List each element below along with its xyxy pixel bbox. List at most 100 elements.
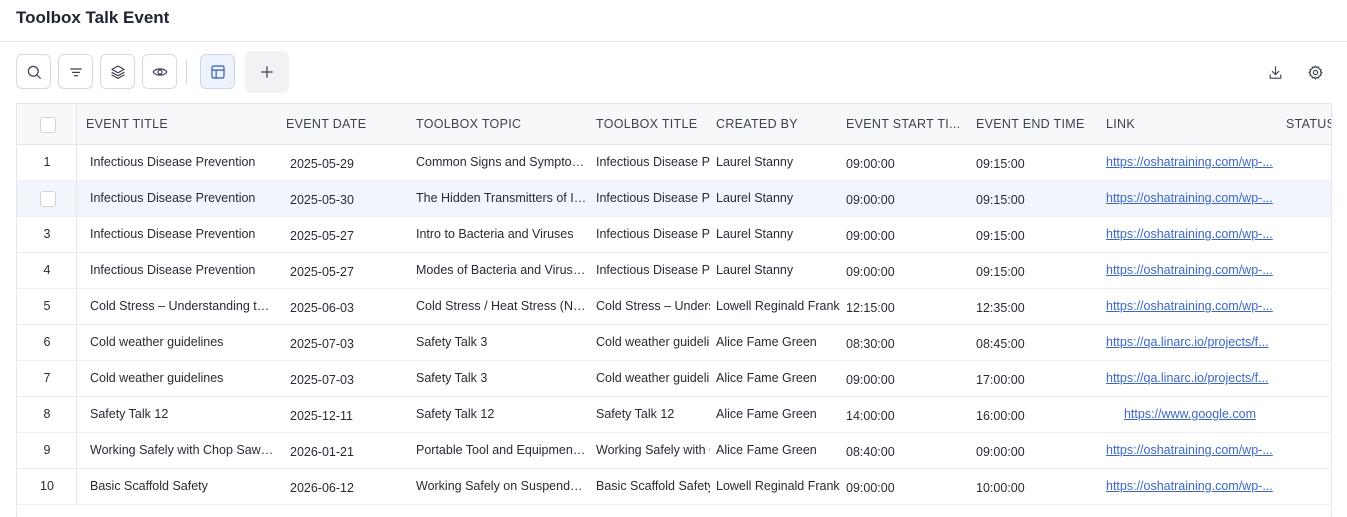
row-number: 7 bbox=[43, 371, 51, 385]
cell-created-by: Alice Fame Green bbox=[716, 335, 817, 349]
table-row[interactable]: 5 Cold Stress – Understanding the E 2025-0… bbox=[17, 289, 1331, 325]
events-table: EVENT TITLE EVENT DATE TOOLBOX TOPIC TOO… bbox=[16, 103, 1332, 517]
cell-toolbox-topic: Cold Stress / Heat Stress (New fo bbox=[416, 299, 588, 313]
cell-event-start-time: 08:30:00 bbox=[846, 337, 895, 351]
cell-link[interactable]: https://oshatraining.com/wp-... bbox=[1106, 289, 1274, 324]
column-header-event-end-time[interactable]: EVENT END TIME bbox=[976, 104, 1101, 144]
cell-created-by: Alice Fame Green bbox=[716, 407, 817, 421]
cell-event-end-time: 09:15:00 bbox=[976, 157, 1025, 171]
cell-event-title: Infectious Disease Prevention bbox=[90, 191, 256, 205]
cell-event-start-time: 08:40:00 bbox=[846, 445, 895, 459]
row-number: 6 bbox=[43, 335, 51, 349]
visibility-button[interactable] bbox=[142, 54, 177, 89]
cell-event-start-time: 09:00:00 bbox=[846, 229, 895, 243]
table-row[interactable]: 10 Basic Scaffold Safety 2026-06-12 Working… bbox=[17, 469, 1331, 505]
cell-event-end-time: 09:15:00 bbox=[976, 229, 1025, 243]
table-row[interactable]: 6 Cold weather guidelines 2025-07-03 Safety… bbox=[17, 325, 1331, 361]
cell-toolbox-topic: Working Safely on Suspended Sc bbox=[416, 479, 588, 493]
cell-created-by: Laurel Stanny bbox=[716, 227, 794, 241]
filter-button[interactable] bbox=[58, 54, 93, 89]
settings-button[interactable] bbox=[1304, 61, 1326, 83]
cell-link[interactable]: https://oshatraining.com/wp-... bbox=[1106, 433, 1274, 468]
column-header-status[interactable]: STATUS bbox=[1286, 104, 1331, 144]
column-header-created-by[interactable]: CREATED BY bbox=[716, 104, 841, 144]
table-row[interactable]: 8 Safety Talk 12 2025-12-11 Safety Talk 12 S… bbox=[17, 397, 1331, 433]
cell-event-end-time: 09:15:00 bbox=[976, 265, 1025, 279]
table-row[interactable]: 4 Infectious Disease Prevention 2025-05-27… bbox=[17, 253, 1331, 289]
cell-event-title: Infectious Disease Prevention bbox=[90, 263, 256, 277]
cell-link[interactable]: https://oshatraining.com/wp-... bbox=[1106, 217, 1274, 252]
cell-link[interactable]: https://oshatraining.com/wp-... bbox=[1106, 181, 1274, 216]
cell-event-start-time: 09:00:00 bbox=[846, 373, 895, 387]
cell-toolbox-topic: Intro to Bacteria and Viruses bbox=[416, 227, 574, 241]
row-number: 1 bbox=[43, 155, 51, 169]
cell-toolbox-topic: Safety Talk 3 bbox=[416, 335, 488, 349]
cell-event-title: Safety Talk 12 bbox=[90, 407, 169, 421]
cell-link[interactable]: https://oshatraining.com/wp-... bbox=[1106, 253, 1274, 288]
table-row[interactable]: 3 Infectious Disease Prevention 2025-05-27… bbox=[17, 217, 1331, 253]
row-select-cell: 5 bbox=[17, 289, 77, 324]
cell-event-title: Basic Scaffold Safety bbox=[90, 479, 208, 493]
cell-toolbox-title: Infectious Disease Pre bbox=[596, 227, 710, 241]
table-view-icon bbox=[210, 64, 225, 79]
cell-status bbox=[1286, 253, 1331, 288]
column-header-link[interactable]: LINK bbox=[1106, 104, 1276, 144]
cell-created-by: Alice Fame Green bbox=[716, 371, 817, 385]
page-title: Toolbox Talk Event bbox=[16, 8, 170, 27]
cell-event-title: Cold Stress – Understanding the E bbox=[90, 299, 274, 313]
cell-link[interactable]: https://qa.linarc.io/projects/f... bbox=[1106, 325, 1274, 360]
cell-link[interactable]: https://www.google.com bbox=[1106, 397, 1274, 432]
cell-link[interactable]: https://oshatraining.com/wp-... bbox=[1106, 145, 1274, 180]
cell-status bbox=[1286, 397, 1331, 432]
row-number: 3 bbox=[43, 227, 51, 241]
row-select-cell: 8 bbox=[17, 397, 77, 432]
cell-toolbox-title: Safety Talk 12 bbox=[596, 407, 675, 421]
cell-created-by: Lowell Reginald Franklin bbox=[716, 299, 840, 313]
table-row[interactable]: 9 Working Safely with Chop Saws ar 2026-01… bbox=[17, 433, 1331, 469]
column-header-event-start-time[interactable]: EVENT START TI... bbox=[846, 104, 971, 144]
settings-icon bbox=[1307, 64, 1323, 80]
cell-status bbox=[1286, 145, 1331, 180]
row-number: 10 bbox=[40, 479, 54, 493]
cell-event-date: 2025-07-03 bbox=[290, 373, 354, 387]
select-all-checkbox[interactable] bbox=[40, 117, 56, 133]
cell-event-date: 2025-05-27 bbox=[290, 229, 354, 243]
table-row[interactable]: Infectious Disease Prevention 2025-05-30 T… bbox=[17, 181, 1331, 217]
add-button[interactable] bbox=[245, 51, 289, 93]
column-header-toolbox-topic[interactable]: TOOLBOX TOPIC bbox=[416, 104, 586, 144]
cell-status bbox=[1286, 469, 1331, 504]
cell-link[interactable]: https://qa.linarc.io/projects/f... bbox=[1106, 361, 1274, 396]
cell-toolbox-topic: Modes of Bacteria and Virus Tran bbox=[416, 263, 588, 277]
cell-created-by: Laurel Stanny bbox=[716, 155, 794, 169]
download-button[interactable] bbox=[1264, 61, 1286, 83]
row-select-cell: 10 bbox=[17, 469, 77, 504]
table-row[interactable]: 1 Infectious Disease Prevention 2025-05-29… bbox=[17, 145, 1331, 181]
cell-link[interactable]: https://oshatraining.com/wp-... bbox=[1106, 469, 1274, 504]
cell-toolbox-topic: Safety Talk 12 bbox=[416, 407, 495, 421]
search-icon bbox=[27, 65, 41, 79]
cell-status bbox=[1286, 361, 1331, 396]
column-header-event-title[interactable]: EVENT TITLE bbox=[86, 104, 276, 144]
cell-event-title: Working Safely with Chop Saws ar bbox=[90, 443, 274, 457]
cell-toolbox-title: Basic Scaffold Safety bbox=[596, 479, 710, 493]
cell-created-by: Lowell Reginald Franklin bbox=[716, 479, 840, 493]
search-button[interactable] bbox=[16, 54, 51, 89]
column-header-event-date[interactable]: EVENT DATE bbox=[286, 104, 406, 144]
cell-event-date: 2026-06-12 bbox=[290, 481, 354, 495]
cell-event-end-time: 10:00:00 bbox=[976, 481, 1025, 495]
cell-event-start-time: 09:00:00 bbox=[846, 481, 895, 495]
column-header-toolbox-title[interactable]: TOOLBOX TITLE bbox=[596, 104, 711, 144]
cell-event-date: 2025-05-30 bbox=[290, 193, 354, 207]
table-view-button[interactable] bbox=[200, 54, 235, 89]
table-row[interactable]: 7 Cold weather guidelines 2025-07-03 Safety… bbox=[17, 361, 1331, 397]
cell-toolbox-topic: The Hidden Transmitters of Infec bbox=[416, 191, 588, 205]
filter-icon bbox=[69, 67, 82, 76]
download-icon bbox=[1269, 65, 1281, 79]
row-select-cell: 1 bbox=[17, 145, 77, 180]
page-header: Toolbox Talk Event bbox=[0, 0, 1347, 42]
cell-created-by: Laurel Stanny bbox=[716, 263, 794, 277]
group-button[interactable] bbox=[100, 54, 135, 89]
row-select-cell: 6 bbox=[17, 325, 77, 360]
row-checkbox[interactable] bbox=[40, 191, 56, 207]
cell-event-end-time: 12:35:00 bbox=[976, 301, 1025, 315]
